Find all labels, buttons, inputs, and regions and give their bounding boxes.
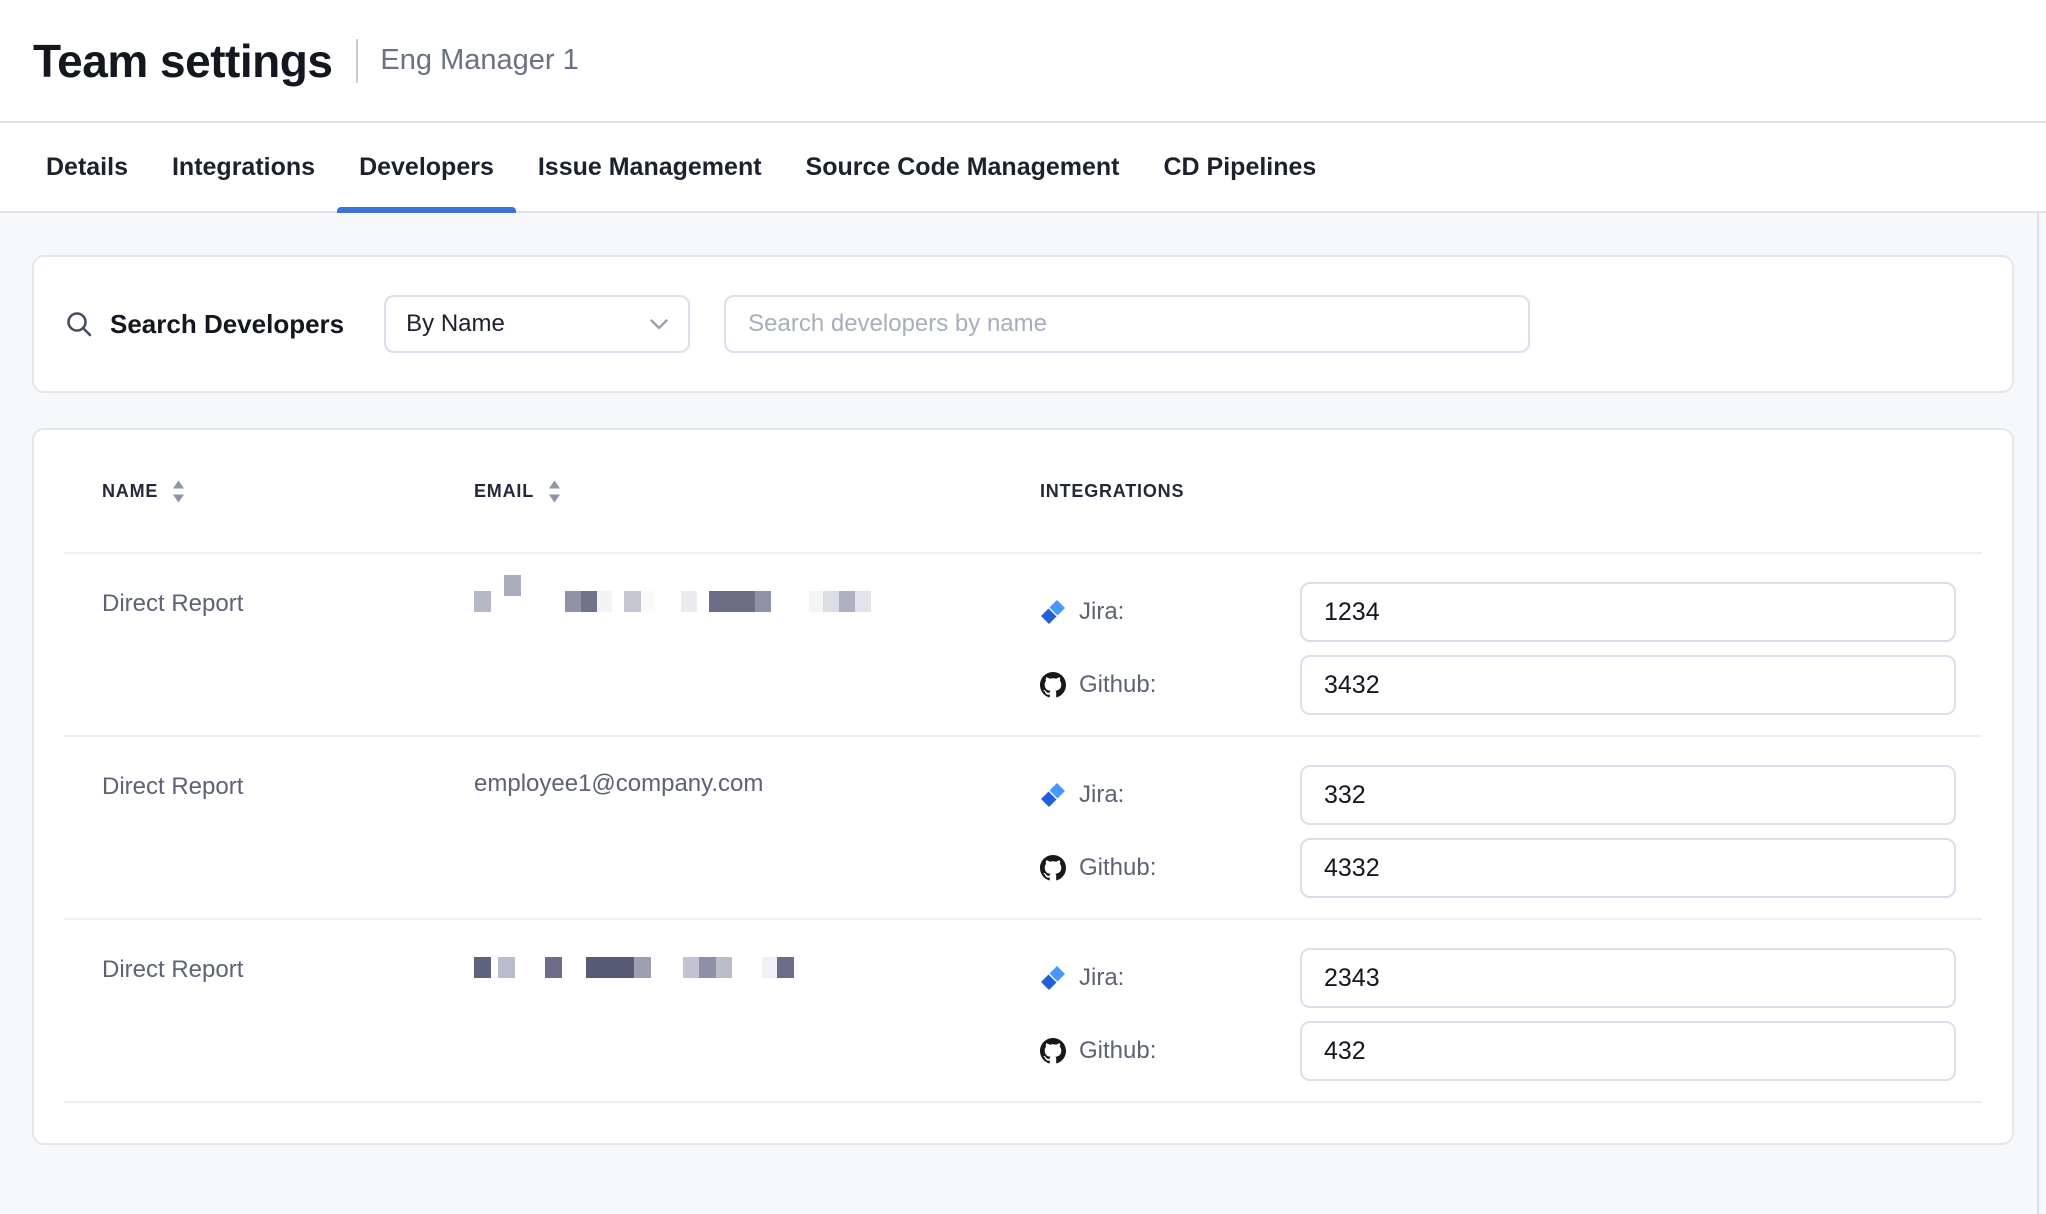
github-field-row: Github: bbox=[1040, 1021, 1956, 1081]
tab-integrations[interactable]: Integrations bbox=[150, 123, 337, 211]
tabs-bar: Details Integrations Developers Issue Ma… bbox=[0, 123, 2046, 213]
jira-id-input[interactable] bbox=[1300, 582, 1956, 642]
jira-field-row: Jira: bbox=[1040, 948, 1956, 1008]
jira-label-group: Jira: bbox=[1040, 598, 1300, 626]
search-filter-select[interactable]: By Name bbox=[384, 295, 690, 353]
developer-email-redacted bbox=[474, 582, 1040, 612]
github-label: Github: bbox=[1079, 854, 1156, 882]
github-field-row: Github: bbox=[1040, 655, 1956, 715]
search-icon bbox=[64, 309, 94, 339]
github-id-input[interactable] bbox=[1300, 1021, 1956, 1081]
github-label-group: Github: bbox=[1040, 1037, 1300, 1065]
jira-icon bbox=[1040, 965, 1066, 991]
page-header: Team settings Eng Manager 1 bbox=[0, 0, 2046, 123]
tab-source-code-management[interactable]: Source Code Management bbox=[784, 123, 1142, 211]
jira-field-row: Jira: bbox=[1040, 765, 1956, 825]
github-label: Github: bbox=[1079, 671, 1156, 699]
jira-id-input[interactable] bbox=[1300, 948, 1956, 1008]
github-id-input[interactable] bbox=[1300, 838, 1956, 898]
jira-icon bbox=[1040, 599, 1066, 625]
main-content: Search Developers By Name NAME bbox=[0, 255, 2046, 1145]
search-developers-panel: Search Developers By Name bbox=[32, 255, 2014, 393]
developer-name: Direct Report bbox=[102, 582, 474, 618]
column-label-integrations: INTEGRATIONS bbox=[1040, 481, 1184, 502]
column-label-name: NAME bbox=[102, 481, 158, 502]
developers-table: NAME EMAIL INTEGRATIONS bbox=[32, 428, 2014, 1145]
table-row: Direct Report Jira: bbox=[64, 552, 1982, 735]
table-header-row: NAME EMAIL INTEGRATIONS bbox=[64, 430, 1982, 552]
search-filter-value: By Name bbox=[406, 310, 505, 338]
developer-name: Direct Report bbox=[102, 948, 474, 984]
title-separator bbox=[356, 39, 358, 83]
jira-field-row: Jira: bbox=[1040, 582, 1956, 642]
table-footer-spacer bbox=[64, 1101, 1982, 1143]
jira-label: Jira: bbox=[1079, 598, 1124, 626]
github-id-input[interactable] bbox=[1300, 655, 1956, 715]
jira-icon bbox=[1040, 782, 1066, 808]
column-label-email: EMAIL bbox=[474, 481, 534, 502]
github-icon bbox=[1040, 672, 1066, 698]
jira-label-group: Jira: bbox=[1040, 964, 1300, 992]
tab-cd-pipelines[interactable]: CD Pipelines bbox=[1142, 123, 1339, 211]
github-label-group: Github: bbox=[1040, 854, 1300, 882]
scroll-gutter[interactable] bbox=[2037, 213, 2041, 1214]
tab-details[interactable]: Details bbox=[24, 123, 150, 211]
table-row: Direct Report Jira: bbox=[64, 918, 1982, 1101]
chevron-down-icon bbox=[650, 319, 668, 330]
developer-name: Direct Report bbox=[102, 765, 474, 801]
integrations-cell: Jira: Github: bbox=[1040, 948, 1982, 1081]
tab-issue-management[interactable]: Issue Management bbox=[516, 123, 784, 211]
tab-developers[interactable]: Developers bbox=[337, 123, 516, 211]
jira-id-input[interactable] bbox=[1300, 765, 1956, 825]
sort-email-icon[interactable] bbox=[548, 480, 561, 503]
github-label-group: Github: bbox=[1040, 671, 1300, 699]
table-row: Direct Report employee1@company.com Jira… bbox=[64, 735, 1982, 918]
page-title: Team settings bbox=[33, 34, 332, 88]
developer-email-redacted bbox=[474, 948, 1040, 978]
search-developers-label: Search Developers bbox=[110, 309, 344, 340]
developer-email: employee1@company.com bbox=[474, 765, 1040, 794]
search-input[interactable] bbox=[724, 295, 1530, 353]
jira-label-group: Jira: bbox=[1040, 781, 1300, 809]
column-header-email: EMAIL bbox=[474, 480, 1040, 503]
column-header-name: NAME bbox=[102, 480, 474, 503]
github-icon bbox=[1040, 855, 1066, 881]
github-field-row: Github: bbox=[1040, 838, 1956, 898]
column-header-integrations: INTEGRATIONS bbox=[1040, 481, 1982, 502]
integrations-cell: Jira: Github: bbox=[1040, 765, 1982, 898]
jira-label: Jira: bbox=[1079, 781, 1124, 809]
sort-name-icon[interactable] bbox=[172, 480, 185, 503]
jira-label: Jira: bbox=[1079, 964, 1124, 992]
page-subtitle: Eng Manager 1 bbox=[380, 44, 578, 77]
github-label: Github: bbox=[1079, 1037, 1156, 1065]
github-icon bbox=[1040, 1038, 1066, 1064]
integrations-cell: Jira: Github: bbox=[1040, 582, 1982, 715]
